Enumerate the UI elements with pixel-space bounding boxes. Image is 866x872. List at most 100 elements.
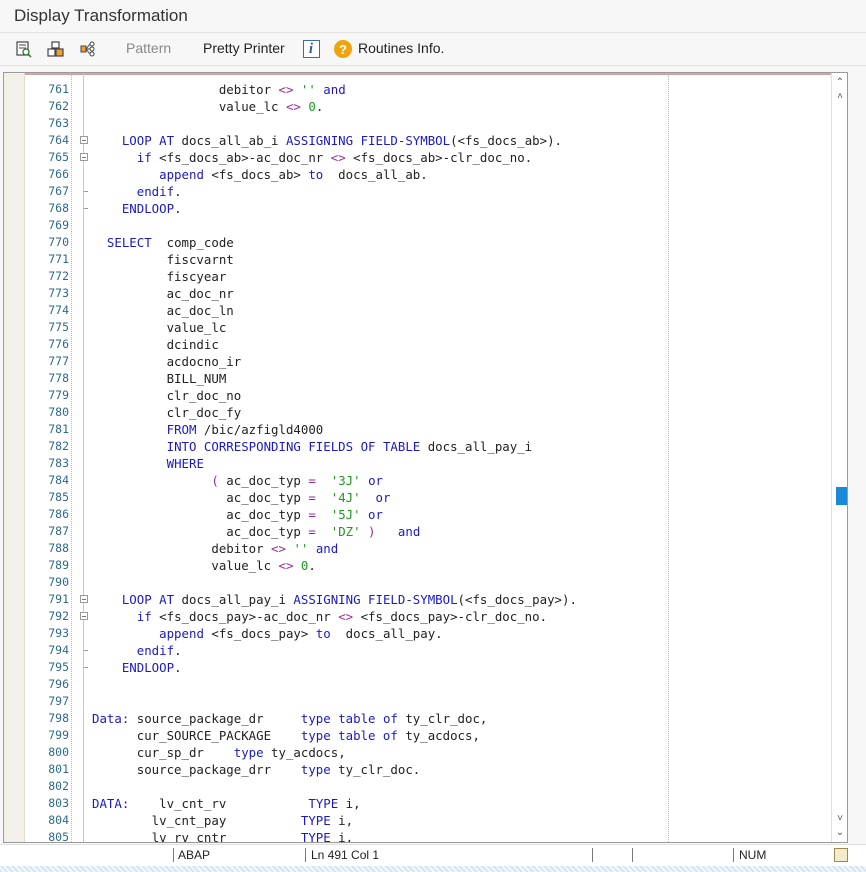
code-line[interactable]: 765 if <fs_docs_ab>-ac_doc_nr <> <fs_doc… [4,149,831,166]
code-line[interactable]: 780 clr_doc_fy [4,404,831,421]
line-number: 766 [48,167,69,181]
code-text: fiscvarnt [92,251,234,268]
code-line[interactable]: 776 dcindic [4,336,831,353]
code-line[interactable]: 805 lv_rv_cntr TYPE i, [4,829,831,842]
code-line[interactable]: 783 WHERE [4,455,831,472]
code-line[interactable]: 772 fiscyear [4,268,831,285]
code-token: 0 [308,99,316,114]
code-editor[interactable]: 761 debitor <> '' and 762 value_lc <> 0. 7… [3,72,848,843]
code-line[interactable]: 797 [4,693,831,710]
code-text: ac_doc_typ = 'DZ' ) and [92,523,420,540]
code-line[interactable]: 800 cur_sp_dr type ty_acdocs, [4,744,831,761]
code-line[interactable]: 801 source_package_drr type ty_clr_doc. [4,761,831,778]
status-divider [733,848,734,862]
scroll-up-icon[interactable]: ˄ [832,89,847,103]
code-line[interactable]: 794 endif. [4,642,831,659]
code-line[interactable]: 790 [4,574,831,591]
code-line[interactable]: 778 BILL_NUM [4,370,831,387]
code-line[interactable]: 804 lv_cnt_pay TYPE i, [4,812,831,829]
code-line[interactable]: 798 Data: source_package_dr type table of… [4,710,831,727]
code-line[interactable]: 774 ac_doc_ln [4,302,831,319]
code-token: LOOP AT [121,133,175,148]
code-line[interactable]: 784 ( ac_doc_typ = '3J' or [4,472,831,489]
code-token: = [308,473,316,488]
code-line[interactable]: 785 ac_doc_typ = '4J' or [4,489,831,506]
line-number: 780 [48,405,69,419]
code-text: lv_cnt_pay TYPE i, [92,812,353,829]
code-line[interactable]: 793 append <fs_docs_pay> to docs_all_pay… [4,625,831,642]
routines-info-button[interactable]: Routines Info. [358,40,444,56]
code-token: docs_all_pay_i [174,592,294,607]
code-text: SELECT comp_code [92,234,234,251]
code-token: TYPE [308,796,339,811]
fold-toggle-icon[interactable] [79,132,91,149]
code-token: LOOP AT [121,592,175,607]
code-token: . [315,99,324,114]
pretty-printer-button[interactable]: Pretty Printer [203,40,285,56]
routines-info-icon-wrap[interactable]: ? [332,38,354,60]
code-token: BILL_NUM [92,371,227,386]
code-line[interactable]: 768 ENDLOOP. [4,200,831,217]
code-token: ac_doc_ln [92,303,234,318]
display-object-icon[interactable] [13,38,35,60]
code-token: TYPE [300,813,331,828]
code-line[interactable]: 779 clr_doc_no [4,387,831,404]
line-number: 781 [48,422,69,436]
code-text: dcindic [92,336,219,353]
where-used-icon[interactable] [77,38,99,60]
line-number: 764 [48,133,69,147]
line-number: 797 [48,694,69,708]
code-line[interactable]: 770 SELECT comp_code [4,234,831,251]
code-line[interactable]: 766 append <fs_docs_ab> to docs_all_ab. [4,166,831,183]
fold-toggle-icon[interactable] [79,149,91,166]
fold-toggle-icon[interactable] [79,591,91,608]
code-token: ac_doc_typ [92,490,309,505]
code-line[interactable]: 764 LOOP AT docs_all_ab_i ASSIGNING FIEL… [4,132,831,149]
line-number: 796 [48,677,69,691]
line-number: 765 [48,150,69,164]
code-line[interactable]: 763 [4,115,831,132]
code-token: if [136,150,152,165]
code-line[interactable]: 781 FROM /bic/azfigld4000 [4,421,831,438]
status-divider [632,848,633,862]
code-line[interactable]: 771 fiscvarnt [4,251,831,268]
pattern-button[interactable]: Pattern [126,40,171,56]
code-line[interactable]: 796 [4,676,831,693]
code-line[interactable]: 762 value_lc <> 0. [4,98,831,115]
code-line[interactable]: 782 INTO CORRESPONDING FIELDS OF TABLE d… [4,438,831,455]
code-line[interactable]: 775 value_lc [4,319,831,336]
fold-toggle-icon[interactable] [79,608,91,625]
code-line[interactable]: 788 debitor <> '' and [4,540,831,557]
code-line[interactable]: 789 value_lc <> 0. [4,557,831,574]
info-button[interactable]: i [300,38,322,60]
code-line[interactable]: 773 ac_doc_nr [4,285,831,302]
code-token: ENDLOOP [121,201,175,216]
status-log-icon[interactable] [834,848,848,862]
code-line[interactable]: 803 DATA: lv_cnt_rv TYPE i, [4,795,831,812]
scroll-thumb[interactable] [836,487,847,505]
vertical-scrollbar[interactable]: ⌃ ˄ ˅ ⌄ [831,73,847,842]
code-line[interactable]: 802 [4,778,831,795]
scroll-top-icon[interactable]: ⌃ [832,75,847,89]
code-line[interactable]: 769 [4,217,831,234]
scroll-bottom-icon[interactable]: ⌄ [832,825,847,839]
line-number: 803 [48,796,69,810]
code-line[interactable]: 777 acdocno_ir [4,353,831,370]
code-line[interactable]: 799 cur_SOURCE_PACKAGE type table of ty_… [4,727,831,744]
code-line[interactable]: 795 ENDLOOP. [4,659,831,676]
code-line[interactable]: 787 ac_doc_typ = 'DZ' ) and [4,523,831,540]
code-line[interactable]: 786 ac_doc_typ = '5J' or [4,506,831,523]
scroll-down-icon[interactable]: ˅ [832,811,847,825]
code-text: if <fs_docs_ab>-ac_doc_nr <> <fs_docs_ab… [92,149,532,166]
code-token: dcindic [92,337,219,352]
code-line[interactable]: 761 debitor <> '' and [4,81,831,98]
object-list-icon[interactable] [45,38,67,60]
line-number: 767 [48,184,69,198]
code-token: source_package_drr [92,762,301,777]
code-line[interactable]: 791 LOOP AT docs_all_pay_i ASSIGNING FIE… [4,591,831,608]
code-line[interactable]: 767 endif. [4,183,831,200]
code-line[interactable]: 792 if <fs_docs_pay>-ac_doc_nr <> <fs_do… [4,608,831,625]
